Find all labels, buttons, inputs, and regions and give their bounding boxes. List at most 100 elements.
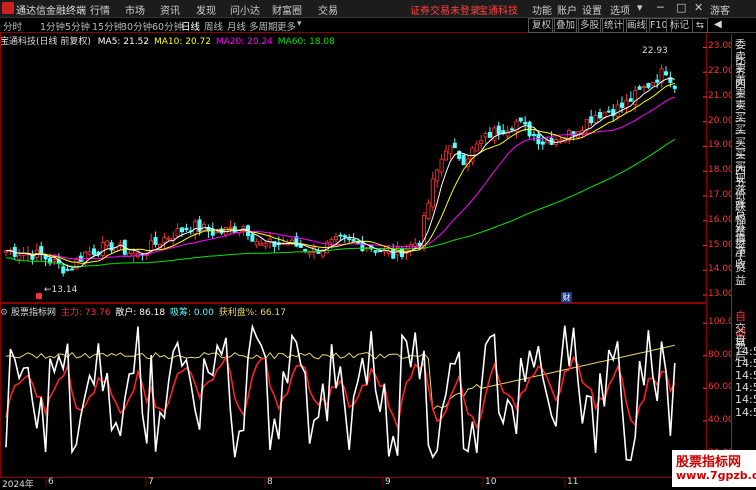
candle-body[interactable] [329, 239, 334, 244]
right-menu-3[interactable]: 选项 [610, 2, 630, 17]
candle-body[interactable] [342, 235, 347, 238]
minimize-icon[interactable]: ─ [657, 1, 664, 14]
candle-body[interactable] [615, 104, 620, 117]
candle-body[interactable] [52, 258, 57, 262]
candle-body[interactable] [628, 98, 633, 102]
candle-body[interactable] [421, 215, 426, 250]
candle-body[interactable] [452, 142, 457, 149]
period-tab-0[interactable]: 分时 [3, 19, 22, 33]
candle-body[interactable] [540, 141, 545, 145]
candle-body[interactable] [593, 115, 598, 124]
candle-body[interactable] [461, 154, 466, 166]
candle-body[interactable] [259, 242, 264, 246]
finance-marker-icon[interactable]: 财 [561, 292, 572, 303]
candle-body[interactable] [92, 248, 97, 255]
tool-button-6[interactable]: 标记 [666, 18, 694, 33]
candle-body[interactable] [100, 242, 105, 256]
candle-body[interactable] [162, 237, 167, 244]
candle-body[interactable] [153, 237, 158, 245]
menu-0[interactable]: 行情 [90, 2, 110, 17]
candle-body[interactable] [439, 158, 444, 173]
candle-body[interactable] [523, 121, 528, 125]
candle-body[interactable] [184, 227, 189, 231]
menu-1[interactable]: 市场 [125, 2, 145, 17]
right-menu-2[interactable]: 设置 [582, 2, 602, 17]
candle-body[interactable] [650, 82, 655, 86]
indicator-name[interactable]: 股票指标网 [11, 308, 56, 318]
candle-body[interactable] [65, 269, 70, 271]
candle-body[interactable] [87, 251, 92, 255]
candle-body[interactable] [589, 116, 594, 124]
period-tab-4[interactable]: 30分钟 [121, 19, 152, 33]
period-tab-5[interactable]: 60分钟 [152, 19, 183, 33]
candle-body[interactable] [646, 83, 651, 88]
candle-body[interactable] [338, 234, 343, 237]
kline-chart[interactable] [0, 0, 756, 487]
tool-button-0[interactable]: 复权 [528, 18, 556, 33]
candle-body[interactable] [479, 139, 484, 144]
candle-body[interactable] [606, 110, 611, 113]
period-tab-3[interactable]: 15分钟 [92, 19, 123, 33]
period-tab-9[interactable]: 多周期 [249, 19, 278, 33]
menu-2[interactable]: 资讯 [160, 2, 180, 17]
close-icon[interactable]: ✕ [694, 1, 703, 14]
dropdown-icon[interactable]: ▾ [637, 1, 643, 14]
candle-body[interactable] [496, 125, 501, 135]
toggle-panel-icon[interactable]: ⇆ [692, 18, 708, 33]
event-marker-icon[interactable] [36, 293, 42, 299]
candle-body[interactable] [408, 244, 413, 251]
period-tab-1[interactable]: 1分钟 [40, 19, 65, 33]
candle-body[interactable] [175, 228, 180, 237]
period-tab-10[interactable]: 更多 [277, 19, 296, 33]
more-dropdown-icon[interactable]: ▾ [297, 19, 302, 29]
candle-body[interactable] [347, 238, 352, 241]
candle-body[interactable] [620, 102, 625, 108]
candle-body[interactable] [391, 248, 396, 259]
candle-body[interactable] [39, 246, 44, 255]
candle-body[interactable] [377, 250, 382, 253]
candle-body[interactable] [228, 227, 233, 229]
tool-button-2[interactable]: 多股 [576, 18, 604, 33]
menu-4[interactable]: 问小达 [230, 2, 260, 17]
menu-5[interactable]: 财富圈 [272, 2, 302, 17]
candle-body[interactable] [672, 85, 677, 89]
candle-body[interactable] [307, 252, 312, 255]
candle-body[interactable] [435, 169, 440, 182]
period-tab-2[interactable]: 5分钟 [65, 19, 90, 33]
candle-body[interactable] [250, 234, 255, 242]
back-icon[interactable]: ◀ [714, 19, 722, 30]
candle-body[interactable] [298, 244, 303, 248]
candle-body[interactable] [179, 227, 184, 233]
candle-body[interactable] [655, 79, 660, 83]
period-tab-8[interactable]: 月线 [227, 19, 246, 33]
candle-body[interactable] [505, 130, 510, 137]
candle-body[interactable] [430, 178, 435, 208]
candle-body[interactable] [483, 133, 488, 138]
candle-body[interactable] [598, 112, 603, 119]
candle-body[interactable] [487, 132, 492, 138]
candle-body[interactable] [333, 236, 338, 241]
candle-body[interactable] [536, 134, 541, 145]
candle-body[interactable] [193, 221, 198, 235]
candle-body[interactable] [166, 237, 171, 240]
candle-body[interactable] [215, 231, 220, 234]
candle-body[interactable] [149, 240, 154, 252]
candle-body[interactable] [373, 250, 378, 253]
maximize-icon[interactable]: □ [676, 1, 686, 14]
candle-body[interactable] [509, 128, 514, 131]
candle-body[interactable] [17, 255, 22, 260]
menu-6[interactable]: 交易 [318, 2, 338, 17]
indicator-settings-icon[interactable]: ⚙ [0, 308, 8, 318]
candle-body[interactable] [303, 249, 308, 252]
tool-button-1[interactable]: 叠加 [552, 18, 580, 33]
period-tab-7[interactable]: 周线 [204, 19, 223, 33]
candle-body[interactable] [197, 219, 202, 232]
candle-body[interactable] [351, 239, 356, 242]
candle-body[interactable] [637, 86, 642, 90]
candle-body[interactable] [70, 268, 75, 271]
right-menu-4[interactable]: 游客 [710, 2, 730, 17]
candle-body[interactable] [518, 117, 523, 122]
candle-body[interactable] [443, 150, 448, 161]
candle-body[interactable] [532, 134, 537, 136]
right-menu-1[interactable]: 账户 [557, 2, 577, 17]
